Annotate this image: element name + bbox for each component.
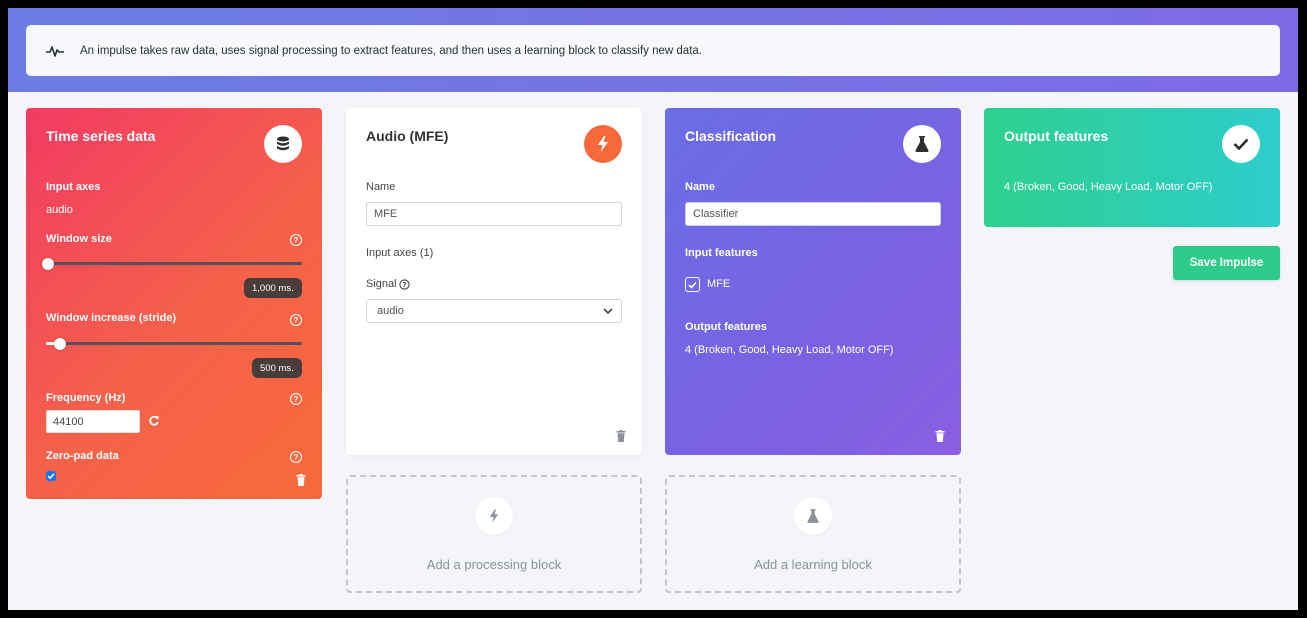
chevron-down-icon xyxy=(603,308,613,315)
window-size-slider[interactable] xyxy=(46,262,302,265)
output-features-value: 4 (Broken, Good, Heavy Load, Motor OFF) xyxy=(685,344,894,356)
zero-pad-label: Zero-pad data xyxy=(46,450,119,462)
zero-pad-checkbox[interactable] xyxy=(46,471,56,481)
window-size-slider-thumb[interactable] xyxy=(42,258,54,270)
flask-icon xyxy=(794,497,832,535)
input-features-label: Input features xyxy=(685,247,758,259)
question-circle-icon[interactable]: ? xyxy=(290,314,302,326)
input-axes-value: audio xyxy=(46,204,73,216)
question-circle-icon[interactable]: ? xyxy=(290,393,302,405)
output-features-card: Output features 4 (Broken, Good, Heavy L… xyxy=(984,108,1280,227)
frequency-label: Frequency (Hz) xyxy=(46,392,126,404)
name-label: Name xyxy=(685,181,715,193)
bolt-icon xyxy=(475,497,513,535)
learning-title: Classification xyxy=(685,128,777,144)
impulse-design-page: An impulse takes raw data, uses signal p… xyxy=(8,8,1298,610)
database-icon xyxy=(264,125,302,163)
learning-block-card: Classification Name Classifier Input fea… xyxy=(665,108,961,455)
save-impulse-button[interactable]: Save Impulse xyxy=(1173,246,1280,280)
time-series-card: Time series data Input axes audio Window… xyxy=(26,108,322,499)
trash-icon[interactable] xyxy=(616,430,626,442)
processing-block-card: Audio (MFE) Name MFE Input axes (1) Sign… xyxy=(346,108,642,455)
time-series-title: Time series data xyxy=(46,128,156,144)
add-processing-block-button[interactable]: Add a processing block xyxy=(346,475,642,593)
trash-icon[interactable] xyxy=(935,430,945,442)
frequency-input[interactable]: 44100 xyxy=(46,410,140,433)
name-label: Name xyxy=(366,181,396,193)
svg-text:?: ? xyxy=(402,281,406,289)
question-circle-icon[interactable]: ? xyxy=(290,234,302,246)
signal-label: Signal xyxy=(366,278,397,290)
input-axes-label: Input axes xyxy=(46,181,101,193)
output-features-value: 4 (Broken, Good, Heavy Load, Motor OFF) xyxy=(1004,181,1213,193)
refresh-icon[interactable] xyxy=(148,415,160,427)
window-increase-label: Window increase (stride) xyxy=(46,312,177,324)
check-icon xyxy=(1222,125,1260,163)
output-features-label: Output features xyxy=(685,321,767,333)
signal-select-value: audio xyxy=(377,305,404,317)
output-title: Output features xyxy=(1004,128,1109,144)
info-bar: An impulse takes raw data, uses signal p… xyxy=(26,25,1280,76)
processing-title: Audio (MFE) xyxy=(366,128,449,144)
add-processing-block-label: Add a processing block xyxy=(426,557,562,572)
flask-icon xyxy=(903,125,941,163)
add-learning-block-label: Add a learning block xyxy=(754,557,872,572)
window-size-label: Window size xyxy=(46,233,112,245)
question-circle-icon[interactable]: ? xyxy=(399,279,410,290)
mfe-feature-checkbox[interactable] xyxy=(685,277,700,292)
add-learning-block-button[interactable]: Add a learning block xyxy=(665,475,961,593)
input-axes-label: Input axes (1) xyxy=(366,247,434,259)
signal-select[interactable]: audio xyxy=(366,299,622,323)
bolt-icon xyxy=(584,125,622,163)
window-size-value: 1,000 ms. xyxy=(244,278,302,298)
trash-icon[interactable] xyxy=(296,474,306,486)
mfe-feature-label: MFE xyxy=(707,278,731,290)
window-increase-value: 500 ms. xyxy=(252,358,302,378)
header-banner: An impulse takes raw data, uses signal p… xyxy=(8,8,1298,92)
info-text: An impulse takes raw data, uses signal p… xyxy=(80,44,702,57)
processing-name-input[interactable]: MFE xyxy=(366,202,622,226)
window-increase-slider-thumb[interactable] xyxy=(54,338,66,350)
learning-name-input[interactable]: Classifier xyxy=(685,202,941,226)
window-increase-slider[interactable] xyxy=(46,342,302,345)
pulse-icon xyxy=(46,45,64,57)
question-circle-icon[interactable]: ? xyxy=(290,451,302,463)
